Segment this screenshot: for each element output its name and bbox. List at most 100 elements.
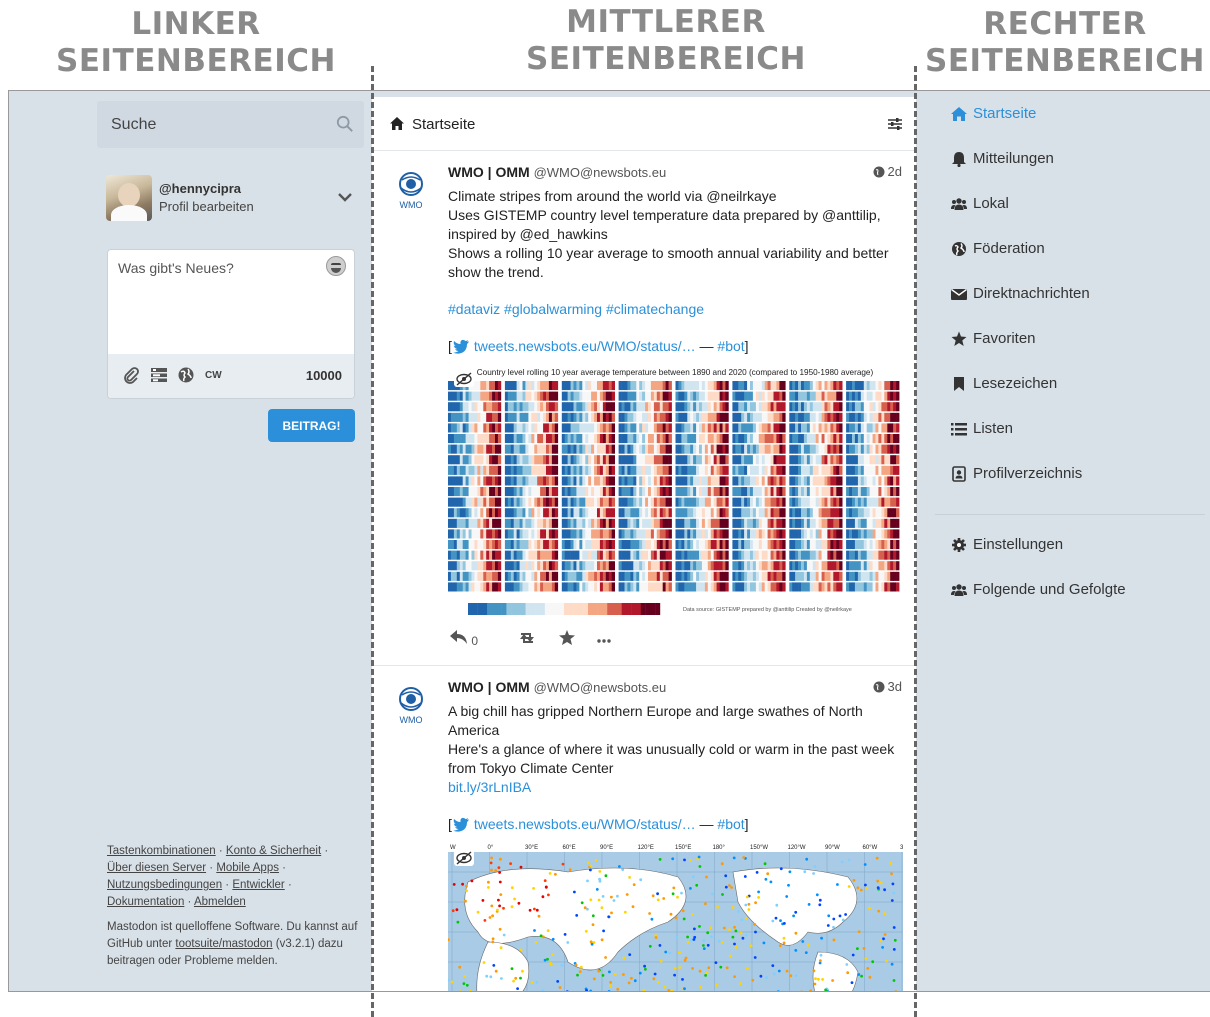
footer-link-apps[interactable]: Mobile Apps: [216, 862, 279, 874]
nav-follows-and-followers[interactable]: Folgende und Gefolgte: [935, 579, 1205, 624]
emoji-picker-icon[interactable]: [326, 256, 346, 276]
hide-media-icon[interactable]: [454, 371, 474, 387]
globe-icon: [873, 166, 885, 178]
climate-stripes-graphic[interactable]: Country level rolling 10 year average te…: [448, 365, 903, 620]
source-link[interactable]: tweets.newsbots.eu/WMO/status/…: [474, 816, 696, 832]
footer-link-account[interactable]: Konto & Sicherheit: [226, 845, 321, 857]
nav-local[interactable]: Lokal: [935, 193, 1205, 238]
content-warning-toggle[interactable]: CW: [205, 370, 222, 381]
bot-hashtag[interactable]: #bot: [717, 338, 744, 354]
right-column-label: RECHTER SEITENBEREICH: [910, 6, 1210, 96]
chevron-down-icon[interactable]: [337, 191, 353, 203]
nav-favourites[interactable]: Favoriten: [935, 328, 1205, 373]
users-icon: [951, 198, 967, 210]
nav-settings[interactable]: Einstellungen: [935, 534, 1205, 579]
column-divider: [914, 66, 917, 1017]
status-time[interactable]: 2d: [873, 164, 902, 179]
nav-label: Folgende und Gefolgte: [973, 581, 1126, 598]
account-handle[interactable]: @WMO@newsbots.eu: [534, 680, 667, 695]
ellipsis-icon: [597, 639, 612, 643]
nav-profile-directory[interactable]: Profilverzeichnis: [935, 463, 1205, 508]
home-column: Startseite WMO WMO | OMM @WMO@newsbots.e…: [372, 97, 916, 992]
footer-link-about[interactable]: Über diesen Server: [107, 862, 206, 874]
media-title: Country level rolling 10 year average te…: [477, 368, 874, 377]
hide-media-icon[interactable]: [454, 850, 474, 866]
status-author[interactable]: WMO | OMM @WMO@newsbots.eu: [448, 164, 666, 180]
boost-button[interactable]: [518, 631, 536, 648]
temperature-anomaly-map[interactable]: W 0° 30°E 60°E 90°E 120°E 150°E 180° 150°W 120°W 9…: [448, 842, 903, 992]
address-book-icon: [952, 466, 966, 482]
search-box[interactable]: [97, 101, 364, 148]
nav-label: Einstellungen: [973, 536, 1064, 553]
wmo-logo[interactable]: WMO: [396, 170, 426, 210]
status-item[interactable]: WMO WMO | OMM @WMO@newsbots.eu 2d Climat…: [372, 152, 916, 666]
reply-count: 0: [471, 633, 479, 648]
gear-icon: [952, 538, 966, 552]
display-name[interactable]: WMO | OMM: [448, 164, 530, 180]
middle-column-label: MITTLERER SEITENBEREICH: [510, 4, 822, 94]
globe-icon[interactable]: [177, 366, 195, 384]
nav-notifications[interactable]: Mitteilungen: [935, 148, 1205, 193]
paperclip-icon[interactable]: [122, 366, 140, 384]
footer-link-developers[interactable]: Entwickler: [232, 879, 284, 891]
favourite-button[interactable]: [558, 630, 575, 648]
hashtag-links[interactable]: #dataviz #globalwarming #climatechange: [448, 301, 704, 317]
footer-link-shortcuts[interactable]: Tastenkombinationen: [107, 845, 216, 857]
nav-bookmarks[interactable]: Lesezeichen: [935, 373, 1205, 418]
bell-icon: [952, 152, 966, 167]
footer-link-logout[interactable]: Abmelden: [194, 896, 246, 908]
profile-handle[interactable]: @hennycipra: [159, 181, 241, 196]
bot-hashtag[interactable]: #bot: [717, 816, 744, 832]
search-icon[interactable]: [336, 115, 354, 133]
footer-link-docs[interactable]: Dokumentation: [107, 896, 184, 908]
header-line: LINKER: [131, 6, 261, 42]
longitude-label: 120°W: [788, 845, 806, 851]
world-map-graphic[interactable]: W 0° 30°E 60°E 90°E 120°E 150°E 180° 150°W 120°W 9…: [448, 842, 903, 992]
mastodon-window: @hennycipra Profil bearbeiten CW 10000 B…: [8, 90, 1210, 992]
status-text: Shows a rolling 10 year average to smoot…: [448, 245, 889, 280]
reply-button[interactable]: 0: [450, 630, 496, 648]
nav-label: Startseite: [973, 105, 1037, 122]
status-author[interactable]: WMO | OMM @WMO@newsbots.eu: [448, 679, 666, 695]
longitude-label: 90°E: [600, 845, 613, 851]
longitude-label: 180°: [713, 845, 726, 851]
publish-button[interactable]: BEITRAG!: [268, 409, 355, 442]
nav-label: Föderation: [973, 240, 1045, 257]
edit-profile-link[interactable]: Profil bearbeiten: [159, 199, 254, 214]
list-icon: [951, 423, 967, 436]
status-time[interactable]: 3d: [873, 679, 902, 694]
users-icon: [951, 584, 967, 596]
relative-time: 2d: [887, 164, 902, 179]
status-item[interactable]: WMO WMO | OMM @WMO@newsbots.eu 3d A big …: [372, 667, 916, 992]
compose-textarea[interactable]: [108, 250, 354, 354]
column-title: Startseite: [412, 116, 476, 133]
separator: —: [695, 816, 718, 832]
status-content: A big chill has gripped Northern Europe …: [448, 702, 898, 834]
avatar[interactable]: [106, 175, 152, 221]
short-link[interactable]: bit.ly/3rLnIBA: [448, 778, 898, 797]
more-button[interactable]: [597, 632, 612, 646]
poll-icon[interactable]: [150, 366, 168, 384]
nav-home[interactable]: Startseite: [935, 103, 1205, 148]
footer-link-terms[interactable]: Nutzungsbedingungen: [107, 879, 222, 891]
account-handle[interactable]: @WMO@newsbots.eu: [534, 165, 667, 180]
header-line: MITTLERER: [566, 4, 766, 40]
source-link[interactable]: tweets.newsbots.eu/WMO/status/…: [474, 338, 696, 354]
climate-stripes-image[interactable]: Country level rolling 10 year average te…: [448, 365, 903, 620]
nav-federated[interactable]: Föderation: [935, 238, 1205, 283]
nav-label: Lokal: [973, 195, 1009, 212]
svg-text:WMO: WMO: [400, 200, 423, 210]
compose-toolbar: CW 10000: [108, 354, 354, 398]
repo-link[interactable]: tootsuite/mastodon: [175, 938, 272, 950]
search-input[interactable]: [97, 101, 364, 148]
left-column-label: LINKER SEITENBEREICH: [40, 6, 352, 96]
sliders-icon[interactable]: [888, 117, 902, 131]
home-icon: [390, 117, 404, 130]
globe-icon: [952, 242, 966, 256]
display-name[interactable]: WMO | OMM: [448, 679, 530, 695]
nav-lists[interactable]: Listen: [935, 418, 1205, 463]
nav-direct-messages[interactable]: Direktnachrichten: [935, 283, 1205, 328]
wmo-logo[interactable]: WMO: [396, 685, 426, 725]
longitude-label: 60°W: [863, 845, 878, 851]
longitude-label: 90°W: [825, 845, 840, 851]
